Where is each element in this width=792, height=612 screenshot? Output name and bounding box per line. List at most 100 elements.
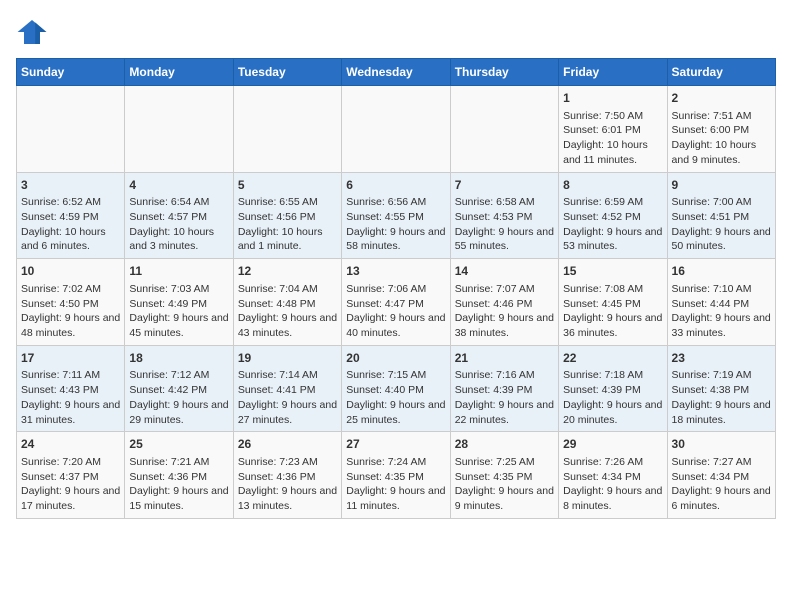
calendar-cell: 4Sunrise: 6:54 AM Sunset: 4:57 PM Daylig… bbox=[125, 172, 233, 259]
calendar-cell: 1 Sunrise: 7:50 AM Sunset: 6:01 PM Daylig… bbox=[559, 86, 667, 173]
calendar-cell: 18Sunrise: 7:12 AM Sunset: 4:42 PM Dayli… bbox=[125, 345, 233, 432]
day-number: 16 bbox=[672, 263, 771, 280]
day-number: 12 bbox=[238, 263, 337, 280]
week-row-4: 17Sunrise: 7:11 AM Sunset: 4:43 PM Dayli… bbox=[17, 345, 776, 432]
calendar-cell: 22Sunrise: 7:18 AM Sunset: 4:39 PM Dayli… bbox=[559, 345, 667, 432]
calendar-cell bbox=[342, 86, 450, 173]
day-number: 21 bbox=[455, 350, 554, 367]
week-row-5: 24 Sunrise: 7:20 AM Sunset: 4:37 PM Dayli… bbox=[17, 432, 776, 519]
day-number: 30 bbox=[672, 436, 771, 453]
day-info: Sunrise: 7:04 AM Sunset: 4:48 PM Dayligh… bbox=[238, 282, 337, 341]
day-info: Sunrise: 7:26 AM Sunset: 4:34 PM Dayligh… bbox=[563, 455, 662, 514]
calendar-cell: 13 Sunrise: 7:06 AM Sunset: 4:47 PM Dayli… bbox=[342, 259, 450, 346]
day-info: Sunrise: 7:50 AM Sunset: 6:01 PM Dayligh… bbox=[563, 109, 662, 168]
day-info: Sunrise: 7:16 AM Sunset: 4:39 PM Dayligh… bbox=[455, 368, 554, 427]
day-number: 11 bbox=[129, 263, 228, 280]
week-row-1: 1 Sunrise: 7:50 AM Sunset: 6:01 PM Daylig… bbox=[17, 86, 776, 173]
day-info: Sunrise: 7:00 AM Sunset: 4:51 PM Dayligh… bbox=[672, 195, 771, 254]
day-number: 20 bbox=[346, 350, 445, 367]
day-number: 9 bbox=[672, 177, 771, 194]
day-number: 10 bbox=[21, 263, 120, 280]
calendar-cell bbox=[233, 86, 341, 173]
calendar-table: SundayMondayTuesdayWednesdayThursdayFrid… bbox=[16, 58, 776, 519]
day-number: 1 bbox=[563, 90, 662, 107]
day-number: 27 bbox=[346, 436, 445, 453]
calendar-cell: 9Sunrise: 7:00 AM Sunset: 4:51 PM Daylig… bbox=[667, 172, 775, 259]
day-header-wednesday: Wednesday bbox=[342, 59, 450, 86]
day-number: 23 bbox=[672, 350, 771, 367]
calendar-cell bbox=[450, 86, 558, 173]
week-row-3: 10 Sunrise: 7:02 AM Sunset: 4:50 PM Dayli… bbox=[17, 259, 776, 346]
calendar-cell bbox=[125, 86, 233, 173]
day-info: Sunrise: 7:03 AM Sunset: 4:49 PM Dayligh… bbox=[129, 282, 228, 341]
day-number: 24 bbox=[21, 436, 120, 453]
logo-icon bbox=[16, 16, 48, 48]
calendar-cell: 19Sunrise: 7:14 AM Sunset: 4:41 PM Dayli… bbox=[233, 345, 341, 432]
day-info: Sunrise: 7:15 AM Sunset: 4:40 PM Dayligh… bbox=[346, 368, 445, 427]
calendar-cell: 17Sunrise: 7:11 AM Sunset: 4:43 PM Dayli… bbox=[17, 345, 125, 432]
day-number: 7 bbox=[455, 177, 554, 194]
day-info: Sunrise: 7:19 AM Sunset: 4:38 PM Dayligh… bbox=[672, 368, 771, 427]
calendar-cell: 21Sunrise: 7:16 AM Sunset: 4:39 PM Dayli… bbox=[450, 345, 558, 432]
calendar-cell: 14 Sunrise: 7:07 AM Sunset: 4:46 PM Dayli… bbox=[450, 259, 558, 346]
day-number: 6 bbox=[346, 177, 445, 194]
day-info: Sunrise: 7:24 AM Sunset: 4:35 PM Dayligh… bbox=[346, 455, 445, 514]
day-number: 2 bbox=[672, 90, 771, 107]
day-number: 17 bbox=[21, 350, 120, 367]
calendar-cell: 15 Sunrise: 7:08 AM Sunset: 4:45 PM Dayli… bbox=[559, 259, 667, 346]
calendar-cell: 24 Sunrise: 7:20 AM Sunset: 4:37 PM Dayli… bbox=[17, 432, 125, 519]
calendar-cell: 29 Sunrise: 7:26 AM Sunset: 4:34 PM Dayli… bbox=[559, 432, 667, 519]
day-number: 3 bbox=[21, 177, 120, 194]
day-number: 15 bbox=[563, 263, 662, 280]
day-info: Sunrise: 6:52 AM Sunset: 4:59 PM Dayligh… bbox=[21, 195, 120, 254]
page-header bbox=[16, 16, 776, 48]
day-header-thursday: Thursday bbox=[450, 59, 558, 86]
calendar-cell: 5Sunrise: 6:55 AM Sunset: 4:56 PM Daylig… bbox=[233, 172, 341, 259]
day-info: Sunrise: 7:21 AM Sunset: 4:36 PM Dayligh… bbox=[129, 455, 228, 514]
day-info: Sunrise: 7:07 AM Sunset: 4:46 PM Dayligh… bbox=[455, 282, 554, 341]
day-header-tuesday: Tuesday bbox=[233, 59, 341, 86]
day-info: Sunrise: 7:14 AM Sunset: 4:41 PM Dayligh… bbox=[238, 368, 337, 427]
day-info: Sunrise: 6:56 AM Sunset: 4:55 PM Dayligh… bbox=[346, 195, 445, 254]
day-number: 22 bbox=[563, 350, 662, 367]
day-number: 5 bbox=[238, 177, 337, 194]
day-info: Sunrise: 6:55 AM Sunset: 4:56 PM Dayligh… bbox=[238, 195, 337, 254]
calendar-cell: 6Sunrise: 6:56 AM Sunset: 4:55 PM Daylig… bbox=[342, 172, 450, 259]
calendar-cell: 20Sunrise: 7:15 AM Sunset: 4:40 PM Dayli… bbox=[342, 345, 450, 432]
day-header-friday: Friday bbox=[559, 59, 667, 86]
calendar-cell: 3Sunrise: 6:52 AM Sunset: 4:59 PM Daylig… bbox=[17, 172, 125, 259]
day-number: 28 bbox=[455, 436, 554, 453]
calendar-cell: 11 Sunrise: 7:03 AM Sunset: 4:49 PM Dayli… bbox=[125, 259, 233, 346]
day-number: 29 bbox=[563, 436, 662, 453]
day-header-monday: Monday bbox=[125, 59, 233, 86]
day-info: Sunrise: 6:58 AM Sunset: 4:53 PM Dayligh… bbox=[455, 195, 554, 254]
day-number: 8 bbox=[563, 177, 662, 194]
calendar-cell: 12 Sunrise: 7:04 AM Sunset: 4:48 PM Dayli… bbox=[233, 259, 341, 346]
day-number: 14 bbox=[455, 263, 554, 280]
day-info: Sunrise: 7:20 AM Sunset: 4:37 PM Dayligh… bbox=[21, 455, 120, 514]
day-info: Sunrise: 7:25 AM Sunset: 4:35 PM Dayligh… bbox=[455, 455, 554, 514]
day-info: Sunrise: 7:23 AM Sunset: 4:36 PM Dayligh… bbox=[238, 455, 337, 514]
day-info: Sunrise: 7:02 AM Sunset: 4:50 PM Dayligh… bbox=[21, 282, 120, 341]
calendar-cell bbox=[17, 86, 125, 173]
day-number: 13 bbox=[346, 263, 445, 280]
calendar-cell: 2 Sunrise: 7:51 AM Sunset: 6:00 PM Daylig… bbox=[667, 86, 775, 173]
day-info: Sunrise: 7:11 AM Sunset: 4:43 PM Dayligh… bbox=[21, 368, 120, 427]
day-info: Sunrise: 7:12 AM Sunset: 4:42 PM Dayligh… bbox=[129, 368, 228, 427]
day-info: Sunrise: 6:54 AM Sunset: 4:57 PM Dayligh… bbox=[129, 195, 228, 254]
day-number: 19 bbox=[238, 350, 337, 367]
day-info: Sunrise: 7:51 AM Sunset: 6:00 PM Dayligh… bbox=[672, 109, 771, 168]
day-number: 25 bbox=[129, 436, 228, 453]
day-info: Sunrise: 7:06 AM Sunset: 4:47 PM Dayligh… bbox=[346, 282, 445, 341]
logo bbox=[16, 16, 52, 48]
calendar-cell: 23Sunrise: 7:19 AM Sunset: 4:38 PM Dayli… bbox=[667, 345, 775, 432]
day-header-saturday: Saturday bbox=[667, 59, 775, 86]
calendar-cell: 7Sunrise: 6:58 AM Sunset: 4:53 PM Daylig… bbox=[450, 172, 558, 259]
calendar-cell: 28 Sunrise: 7:25 AM Sunset: 4:35 PM Dayli… bbox=[450, 432, 558, 519]
calendar-cell: 16Sunrise: 7:10 AM Sunset: 4:44 PM Dayli… bbox=[667, 259, 775, 346]
day-info: Sunrise: 7:08 AM Sunset: 4:45 PM Dayligh… bbox=[563, 282, 662, 341]
day-info: Sunrise: 7:27 AM Sunset: 4:34 PM Dayligh… bbox=[672, 455, 771, 514]
calendar-header-row: SundayMondayTuesdayWednesdayThursdayFrid… bbox=[17, 59, 776, 86]
day-number: 18 bbox=[129, 350, 228, 367]
calendar-cell: 8Sunrise: 6:59 AM Sunset: 4:52 PM Daylig… bbox=[559, 172, 667, 259]
